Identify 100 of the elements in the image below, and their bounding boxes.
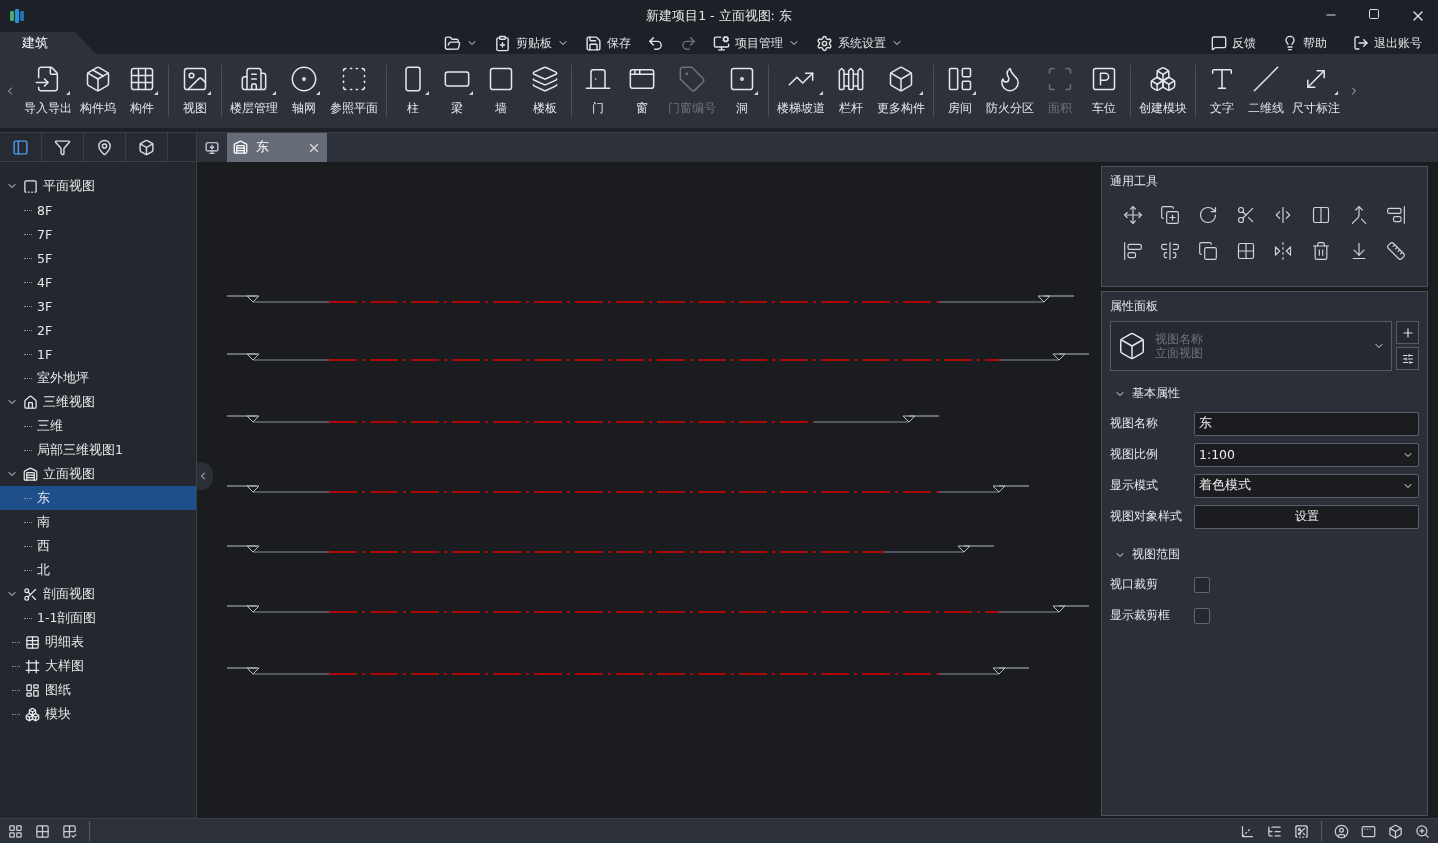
ribbon-tool[interactable]: 车位 [1084, 65, 1124, 117]
tree-item[interactable]: 东 [0, 486, 196, 510]
settings-button[interactable]: 设置 [1194, 504, 1419, 529]
sidebar-tab[interactable] [42, 133, 84, 161]
ribbon-tool[interactable]: 更多构件 [875, 65, 927, 117]
header-link[interactable]: 反馈 [1205, 33, 1262, 53]
grid-icon [128, 65, 156, 93]
tree-item[interactable]: 大样图 [0, 654, 196, 678]
tree-item[interactable]: 三维 [0, 414, 196, 438]
tree-item[interactable]: 8F [0, 198, 196, 222]
trash-icon [1310, 241, 1331, 261]
ribbon-tool[interactable]: 创建模块 [1137, 65, 1189, 117]
zoom-icon[interactable] [1415, 823, 1430, 839]
building-icon [233, 140, 248, 155]
ribbon-tool[interactable]: 楼梯坡道 [775, 65, 827, 117]
ribbon-tool[interactable]: 墙 [481, 65, 521, 117]
ribbon-tool[interactable]: 文字 [1202, 65, 1242, 117]
grid-icon[interactable] [8, 823, 23, 839]
area-icon [1046, 65, 1074, 93]
sidebar-tab[interactable] [84, 133, 126, 161]
tree-item[interactable]: 三维视图 [0, 390, 196, 414]
house-icon [23, 394, 38, 410]
array-icon [1198, 241, 1219, 261]
tree-item[interactable]: 模块 [0, 702, 196, 726]
header-link[interactable]: 帮助 [1276, 33, 1333, 53]
property-label: 视图比例 [1110, 446, 1159, 463]
ribbon-tool[interactable]: 视图 [175, 65, 215, 117]
box-icon [138, 138, 155, 156]
tree-item[interactable]: 立面视图 [0, 462, 196, 486]
ribbon-tool[interactable]: 梁 [437, 65, 477, 117]
section-header[interactable]: 视图范围 [1110, 532, 1184, 569]
ribbon-tool[interactable]: 栏杆 [831, 65, 871, 117]
section-header[interactable]: 基本属性 [1110, 371, 1184, 408]
ribbon-tool[interactable]: 柱 [393, 65, 433, 117]
grid-check-icon[interactable] [62, 823, 77, 839]
monitor-gear-icon [713, 34, 730, 52]
ribbon-tool[interactable]: 构件 [122, 65, 162, 117]
tree-item[interactable]: 7F [0, 222, 196, 246]
list-icon[interactable] [1267, 823, 1282, 839]
ribbon-tool[interactable]: 洞 [722, 65, 762, 117]
ribbon-tab[interactable]: 建筑 [0, 32, 96, 54]
toolbar-button[interactable]: 项目管理 [711, 34, 802, 52]
header-link[interactable]: 退出账号 [1347, 33, 1428, 53]
trim-icon [1235, 205, 1256, 225]
ribbon-tool[interactable]: 轴网 [284, 65, 324, 117]
input-field[interactable]: 东 [1194, 411, 1419, 436]
ribbon-tool[interactable]: 楼层管理 [228, 65, 280, 117]
tree-item[interactable]: 2F [0, 318, 196, 342]
toolbar-button[interactable]: 系统设置 [814, 34, 905, 52]
ribbon-tool[interactable]: 防火分区 [984, 65, 1036, 117]
checkbox[interactable] [1194, 607, 1210, 624]
box-icon[interactable] [1388, 823, 1403, 839]
ribbon-tool[interactable]: 导入导出 [22, 65, 74, 117]
tree-item[interactable]: 局部三维视图1 [0, 438, 196, 462]
redo-icon [680, 34, 697, 52]
ribbon-tool[interactable]: 门 [578, 65, 618, 117]
dashed-square-icon [340, 65, 368, 93]
building-icon [240, 65, 268, 93]
ribbon-tool[interactable]: 楼板 [525, 65, 565, 117]
add-button[interactable] [1396, 321, 1419, 344]
tree-item[interactable]: 西 [0, 534, 196, 558]
tree-item[interactable]: 剖面视图 [0, 582, 196, 606]
align-icon [1386, 205, 1407, 225]
tree-item[interactable]: 3F [0, 294, 196, 318]
tree-item[interactable]: 平面视图 [0, 174, 196, 198]
tree-item[interactable]: 4F [0, 270, 196, 294]
tree-item[interactable]: 1F [0, 342, 196, 366]
line-icon [1252, 65, 1280, 93]
tree-item[interactable]: 南 [0, 510, 196, 534]
document-tab[interactable]: 东 [227, 133, 327, 162]
sidebar-tab[interactable] [0, 133, 42, 161]
tree-item[interactable]: 北 [0, 558, 196, 582]
tree-item[interactable]: 图纸 [0, 678, 196, 702]
sidebar-tab[interactable] [126, 133, 168, 161]
slab-icon [531, 65, 559, 93]
cube-icon [1117, 331, 1147, 361]
select-field[interactable]: 着色模式 [1194, 473, 1419, 498]
opening-icon [728, 65, 756, 93]
ribbon-tool[interactable]: 房间 [940, 65, 980, 117]
tree-item[interactable]: 1-1剖面图 [0, 606, 196, 630]
boxes-icon [1149, 65, 1177, 93]
ribbon-tool[interactable]: 尺寸标注 [1290, 65, 1342, 117]
room-icon [946, 65, 974, 93]
package-icon [84, 65, 112, 93]
axis-icon[interactable] [1240, 823, 1255, 839]
ribbon-tool[interactable]: 构件坞 [78, 65, 118, 117]
ribbon-tool[interactable]: 二维线 [1246, 65, 1286, 117]
toolbar-button[interactable]: 剪贴板 [492, 34, 571, 52]
tree-item[interactable]: 明细表 [0, 630, 196, 654]
tree-item[interactable]: 5F [0, 246, 196, 270]
list-button[interactable] [1396, 347, 1419, 370]
tree-item[interactable]: 室外地坪 [0, 366, 196, 390]
toolbar-button[interactable]: 保存 [583, 34, 633, 52]
window-icon[interactable] [1361, 823, 1376, 839]
ribbon-tool[interactable]: 窗 [622, 65, 662, 117]
ribbon-tool[interactable]: 参照平面 [328, 65, 380, 117]
checkbox[interactable] [1194, 576, 1210, 593]
grid-icon[interactable] [35, 823, 50, 839]
logout-icon [1353, 35, 1369, 51]
select-field[interactable]: 1:100 [1194, 442, 1419, 467]
